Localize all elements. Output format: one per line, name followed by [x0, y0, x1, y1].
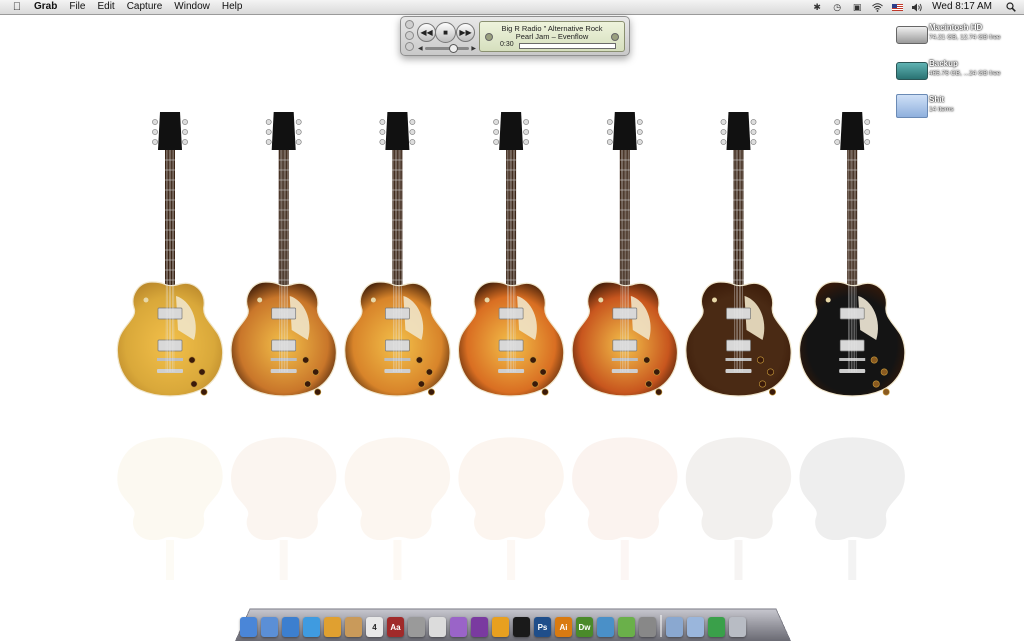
desktop-icon-name: Backup — [929, 59, 958, 68]
illustrator-icon[interactable]: Ai — [555, 617, 572, 637]
ical-icon[interactable]: 4 — [366, 617, 383, 637]
backup-drive-icon — [896, 62, 928, 80]
desktop-icon-info: 465.76 GB, ...24 GB free — [929, 70, 1001, 77]
volume-slider[interactable]: ◀ ▶ — [418, 44, 476, 52]
guitar-wallpaper — [0, 0, 1024, 610]
twitter-icon[interactable] — [618, 617, 635, 637]
dreamweaver-icon[interactable]: Dw — [576, 617, 593, 637]
desktop-icon-macintosh-hd[interactable]: Macintosh HD 74.21 GB, 12.74 GB free — [896, 22, 1024, 52]
next-track-button[interactable]: ▶▶ — [456, 23, 475, 42]
progress-bar[interactable] — [519, 43, 616, 49]
les-paul-guitar — [800, 112, 905, 580]
dock-icons: 4Aa PsAiDw — [240, 607, 750, 637]
player-minimize-button[interactable] — [405, 31, 414, 40]
stop-button[interactable]: ■ — [435, 22, 456, 43]
bookmark-icon[interactable] — [597, 617, 614, 637]
desktop-icon-info: 14 items — [929, 106, 954, 113]
previous-track-button[interactable]: ◀◀ — [417, 23, 436, 42]
safari-icon[interactable] — [303, 617, 320, 637]
terminal-icon[interactable] — [513, 617, 530, 637]
player-zoom-button[interactable] — [405, 42, 414, 51]
adium-icon[interactable] — [324, 617, 341, 637]
player-lcd: Big R Radio " Alternative Rock Pearl Jam… — [479, 21, 625, 52]
preview-icon[interactable] — [450, 617, 467, 637]
trash-icon[interactable] — [729, 617, 746, 637]
desktop-icon-name: Macintosh HD — [929, 23, 982, 32]
volume-low-icon: ◀ — [418, 45, 423, 52]
itunes-icon[interactable] — [282, 617, 299, 637]
les-paul-guitar — [686, 112, 791, 580]
app-store-icon[interactable] — [639, 617, 656, 637]
les-paul-guitar — [345, 112, 450, 580]
desktop-icon-info: 74.21 GB, 12.74 GB free — [929, 34, 1001, 41]
folder-icon — [896, 94, 928, 118]
mail-icon[interactable] — [261, 617, 278, 637]
calculator-icon[interactable] — [408, 617, 425, 637]
les-paul-guitar — [231, 112, 336, 580]
guitar-illustration — [0, 0, 1024, 610]
automator-icon[interactable] — [471, 617, 488, 637]
elapsed-time: 0:30 — [500, 41, 514, 48]
volume-track[interactable] — [425, 47, 470, 50]
downloads-folder-icon[interactable] — [708, 617, 725, 637]
finder-icon[interactable] — [240, 617, 257, 637]
hard-drive-icon — [896, 26, 928, 44]
desktop-icon-name: Shit — [929, 95, 944, 104]
activity-icon[interactable] — [492, 617, 509, 637]
photoshop-icon[interactable]: Ps — [534, 617, 551, 637]
itunes-mini-player[interactable]: ◀◀ ■ ▶▶ ◀ ▶ Big R Radio " Alternative Ro… — [400, 16, 630, 56]
les-paul-guitar — [117, 112, 222, 580]
les-paul-guitar — [572, 112, 677, 580]
desktop-icon-backup[interactable]: Backup 465.76 GB, ...24 GB free — [896, 58, 1024, 88]
volume-high-icon: ▶ — [471, 45, 476, 52]
dictionary-icon[interactable]: Aa — [387, 617, 404, 637]
volume-knob[interactable] — [449, 44, 458, 53]
track-title: Pearl Jam – Evenflow — [480, 32, 624, 41]
player-close-button[interactable] — [405, 20, 414, 29]
documents-folder-icon[interactable] — [687, 617, 704, 637]
dock-separator — [660, 615, 662, 637]
address-book-icon[interactable] — [345, 617, 362, 637]
textedit-icon[interactable] — [429, 617, 446, 637]
applications-folder-icon[interactable] — [666, 617, 683, 637]
desktop-icon-folder[interactable]: Shit 14 items — [896, 94, 1024, 124]
les-paul-guitar — [458, 112, 563, 580]
